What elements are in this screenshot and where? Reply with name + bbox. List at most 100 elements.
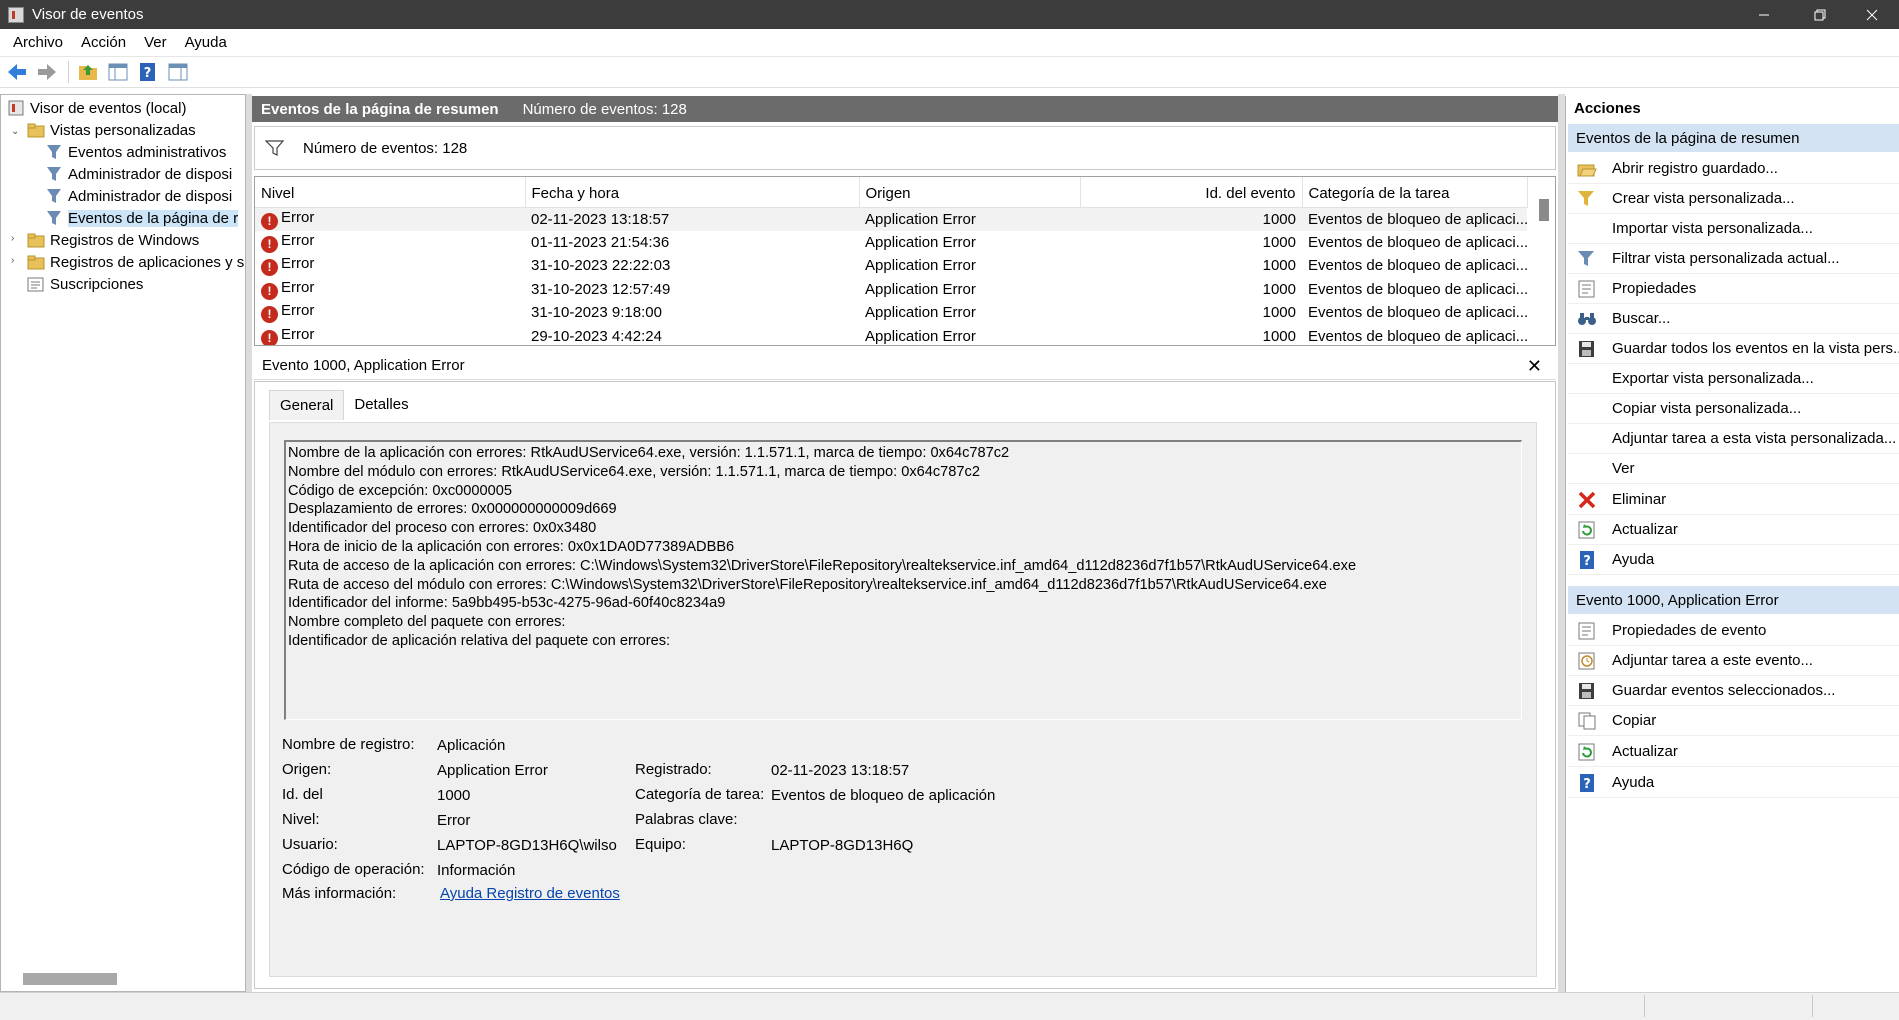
cell-datetime: 02-11-2023 13:18:57	[525, 207, 859, 231]
action-label: Filtrar vista personalizada actual...	[1612, 250, 1840, 267]
action-help-event[interactable]: ? Ayuda	[1568, 768, 1899, 798]
restore-button[interactable]	[1797, 0, 1843, 29]
action-copy[interactable]: Copiar	[1568, 706, 1899, 736]
action-view[interactable]: Ver	[1568, 454, 1899, 484]
computer-value: LAPTOP-8GD13H6Q	[771, 837, 914, 854]
forward-button[interactable]	[36, 61, 58, 83]
tree-item-windows-logs[interactable]: Registros de Windows	[27, 229, 199, 251]
filter-icon	[45, 143, 63, 161]
back-button[interactable]	[6, 61, 28, 83]
tree-item-app-logs[interactable]: Registros de aplicaciones y se	[27, 251, 245, 273]
folder-up-icon	[79, 65, 97, 80]
action-find[interactable]: Buscar...	[1568, 304, 1899, 334]
up-folder-button[interactable]	[77, 61, 99, 83]
col-header-datetime[interactable]: Fecha y hora	[525, 177, 860, 208]
action-label: Adjuntar tarea a esta vista personalizad…	[1612, 430, 1897, 447]
action-attach-task-view[interactable]: Adjuntar tarea a esta vista personalizad…	[1568, 424, 1899, 454]
tree-item-custom-views[interactable]: Vistas personalizadas	[27, 119, 196, 141]
cell-source: Application Error	[859, 207, 1080, 231]
help-button[interactable]: ?	[137, 61, 159, 83]
action-properties[interactable]: Propiedades	[1568, 274, 1899, 304]
action-delete[interactable]: Eliminar	[1568, 485, 1899, 515]
window-title: Visor de eventos	[32, 6, 144, 23]
action-save-all-events[interactable]: Guardar todos los eventos en la vista pe…	[1568, 334, 1899, 364]
action-label: Ayuda	[1612, 551, 1655, 568]
action-import-custom-view[interactable]: Importar vista personalizada...	[1568, 214, 1899, 244]
event-id-label: Id. del	[282, 786, 323, 803]
error-icon: !	[261, 329, 278, 345]
event-description[interactable]: Nombre de la aplicación con errores: Rtk…	[284, 440, 1522, 720]
chevron-right-icon[interactable]: ›	[11, 255, 21, 266]
action-help[interactable]: ? Ayuda	[1568, 545, 1899, 575]
col-header-source[interactable]: Origen	[859, 177, 1081, 208]
save-icon	[1576, 338, 1598, 360]
tab-details[interactable]: Detalles	[344, 390, 418, 420]
tree-item-admin-events[interactable]: Eventos administrativos	[45, 141, 226, 163]
tree-horizontal-scrollbar[interactable]	[23, 973, 117, 985]
help-icon: ?	[140, 63, 155, 81]
tree-item-device-admin-2[interactable]: Administrador de disposi	[45, 185, 232, 207]
tree-item-root[interactable]: Visor de eventos (local)	[7, 97, 186, 119]
action-refresh-event[interactable]: Actualizar	[1568, 737, 1899, 767]
task-category-value: Eventos de bloqueo de aplicación	[771, 787, 996, 804]
back-arrow-icon	[8, 64, 26, 80]
action-filter-custom-view[interactable]: Filtrar vista personalizada actual...	[1568, 244, 1899, 274]
menu-accion[interactable]: Acción	[72, 34, 135, 51]
description-line: Ruta de acceso del módulo con errores: C…	[288, 576, 1327, 593]
table-row[interactable]: ! Error 31-10-2023 12:57:49 Application E…	[255, 278, 1527, 302]
table-row[interactable]: ! Error 31-10-2023 22:22:03 Application E…	[255, 254, 1527, 278]
col-header-event-id[interactable]: Id. del evento	[1080, 177, 1303, 208]
computer-label: Equipo:	[635, 836, 686, 853]
action-export-custom-view[interactable]: Exportar vista personalizada...	[1568, 364, 1899, 394]
refresh-icon	[1576, 741, 1598, 763]
action-save-selected[interactable]: Guardar eventos seleccionados...	[1568, 676, 1899, 706]
chevron-right-icon[interactable]: ›	[11, 233, 21, 244]
actions-section-summary[interactable]: Eventos de la página de resumen	[1568, 124, 1899, 152]
close-detail-icon[interactable]: ✕	[1527, 356, 1542, 377]
table-row[interactable]: ! Error 29-10-2023 4:42:24 Application Er…	[255, 325, 1527, 345]
menu-ayuda[interactable]: Ayuda	[176, 34, 236, 51]
show-hide-tree-button[interactable]	[107, 61, 129, 83]
menu-ver[interactable]: Ver	[135, 34, 176, 51]
show-hide-actions-button[interactable]	[167, 61, 189, 83]
action-copy-custom-view[interactable]: Copiar vista personalizada...	[1568, 394, 1899, 424]
tree-item-summary-events[interactable]: Eventos de la página de r	[45, 207, 239, 229]
more-info-link[interactable]: Ayuda Registro de eventos	[440, 885, 620, 902]
minimize-button[interactable]	[1741, 0, 1787, 29]
toolbar: ?	[0, 56, 1899, 88]
cell-source: Application Error	[865, 257, 976, 275]
table-row[interactable]: ! Error 01-11-2023 21:54:36 Application E…	[255, 231, 1527, 255]
action-label: Actualizar	[1612, 743, 1678, 760]
tree-item-device-admin-1[interactable]: Administrador de disposi	[45, 163, 232, 185]
cell-category: Eventos de bloqueo de aplicaci...	[1308, 257, 1527, 275]
tree-item-subscriptions[interactable]: Suscripciones	[27, 273, 143, 295]
action-refresh[interactable]: Actualizar	[1568, 515, 1899, 545]
col-header-level[interactable]: Nivel	[255, 177, 526, 208]
tree-item-summary-events-label: Eventos de la página de r	[68, 209, 239, 227]
tree-item-device-admin-1-label: Administrador de disposi	[68, 165, 233, 183]
table-row[interactable]: ! Error 02-11-2023 13:18:57 Application E…	[255, 207, 1527, 231]
right-splitter[interactable]	[1558, 94, 1565, 992]
action-attach-task-event[interactable]: Adjuntar tarea a este evento...	[1568, 646, 1899, 676]
table-vertical-scrollbar[interactable]	[1539, 199, 1549, 221]
error-icon: !	[261, 282, 278, 300]
table-row[interactable]: ! Error 31-10-2023 9:18:00 Application Er…	[255, 301, 1527, 325]
action-label: Guardar todos los eventos en la vista pe…	[1612, 340, 1899, 357]
svg-text:?: ?	[1583, 777, 1591, 792]
cell-datetime: 31-10-2023 22:22:03	[531, 257, 671, 275]
action-create-custom-view[interactable]: Crear vista personalizada...	[1568, 184, 1899, 214]
status-divider	[1644, 995, 1645, 1017]
help-icon: ?	[1576, 549, 1598, 571]
action-open-saved-log[interactable]: Abrir registro guardado...	[1568, 154, 1899, 184]
tab-general[interactable]: General	[269, 390, 345, 420]
properties-icon	[1576, 278, 1598, 300]
col-header-category[interactable]: Categoría de la tarea	[1302, 177, 1528, 208]
action-event-properties[interactable]: Propiedades de evento	[1568, 616, 1899, 646]
actions-section-event[interactable]: Evento 1000, Application Error	[1568, 586, 1899, 614]
left-splitter[interactable]	[246, 94, 252, 992]
cell-level: Error	[281, 231, 315, 249]
close-window-button[interactable]	[1849, 0, 1895, 29]
action-label: Copiar	[1612, 712, 1657, 729]
menu-archivo[interactable]: Archivo	[4, 34, 72, 51]
chevron-down-icon[interactable]: ⌄	[11, 126, 21, 137]
